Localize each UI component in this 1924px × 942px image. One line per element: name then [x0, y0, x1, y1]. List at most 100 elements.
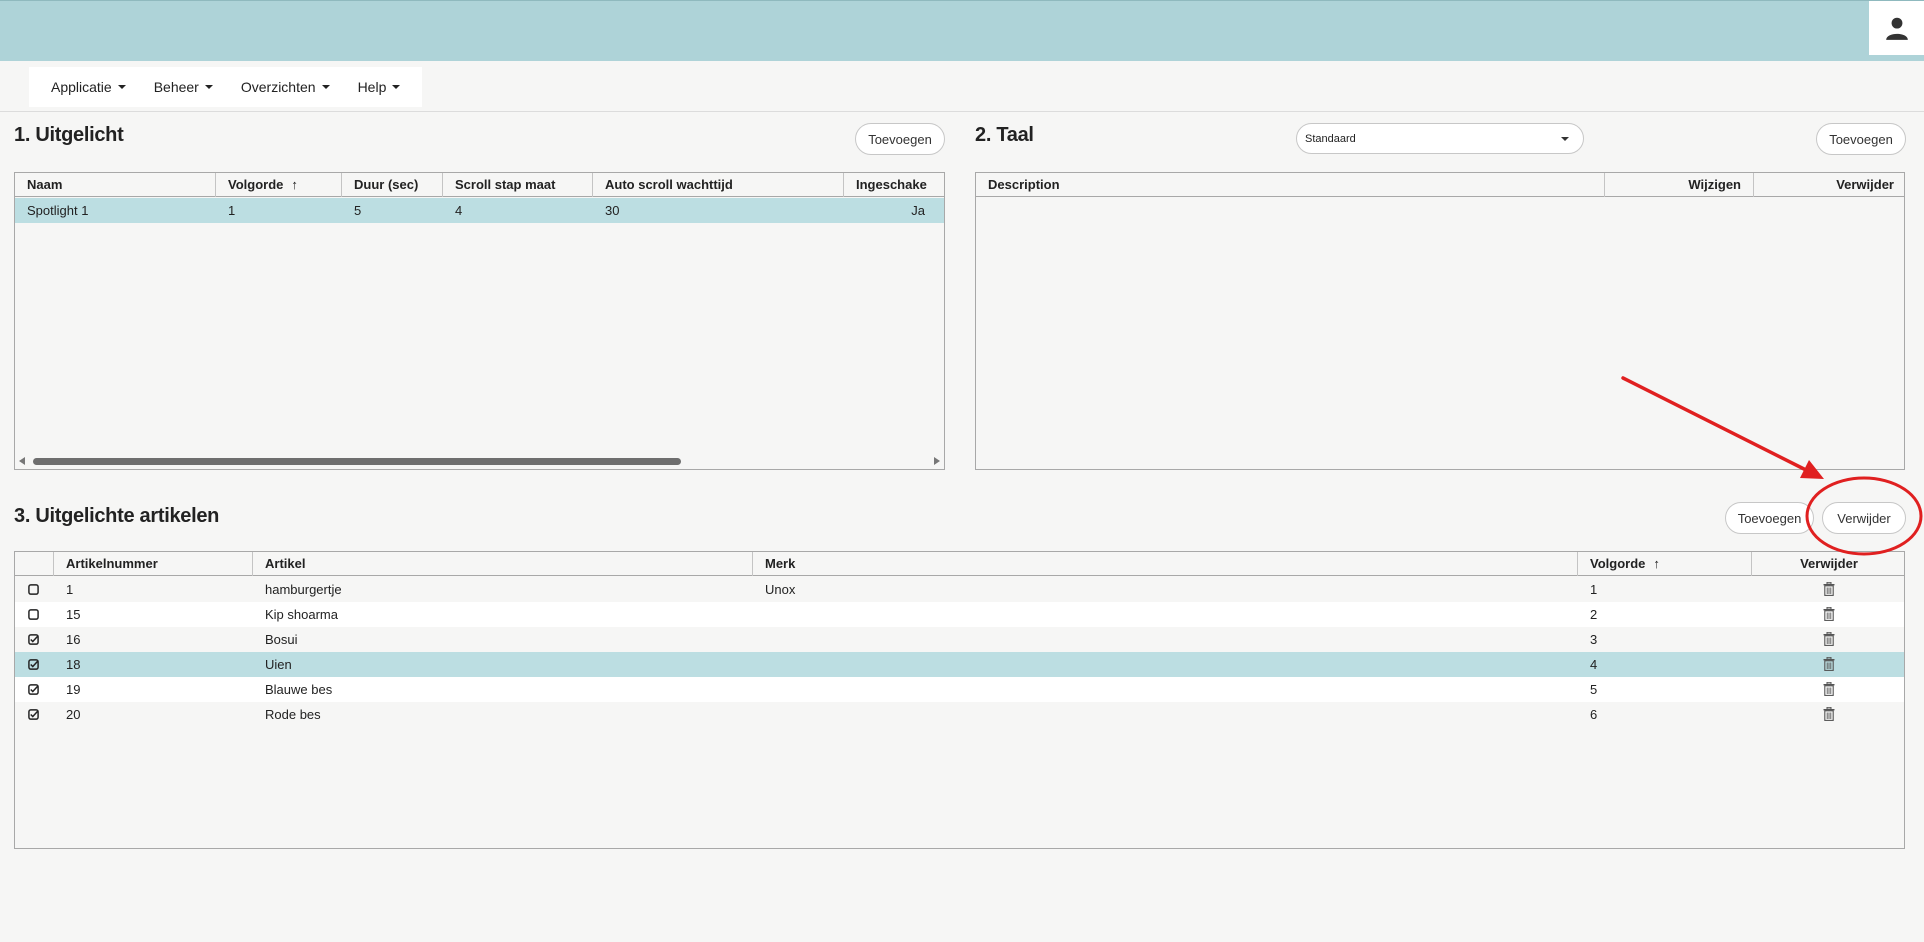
- column-header-duur[interactable]: Duur (sec): [342, 173, 443, 197]
- cell-artikel: Blauwe bes: [265, 682, 333, 697]
- column-header-description[interactable]: Description: [976, 173, 1605, 197]
- cell-artikel: Kip shoarma: [265, 607, 338, 622]
- cell-volgorde: 4: [1590, 657, 1598, 672]
- column-label: Verwijder: [1800, 556, 1858, 571]
- uitgelicht-grid: Naam Volgorde ↑ Duur (sec) Scroll stap ma…: [14, 172, 945, 470]
- menu-overzichten[interactable]: Overzichten: [227, 79, 344, 95]
- column-header-verwijder[interactable]: Verwijder: [1754, 173, 1904, 197]
- column-header-merk[interactable]: Merk: [753, 552, 1578, 576]
- checkbox-icon[interactable]: [28, 584, 39, 595]
- grid-header: Naam Volgorde ↑ Duur (sec) Scroll stap ma…: [15, 173, 944, 197]
- cell-merk: [753, 702, 1578, 727]
- cell-volgorde: 3: [1590, 632, 1598, 647]
- cell-artikel: Rode bes: [265, 707, 321, 722]
- column-header-select[interactable]: [15, 552, 54, 576]
- column-header-artikel[interactable]: Artikel: [253, 552, 753, 576]
- table-row[interactable]: Spotlight 1 1 5 4 30 Ja: [15, 198, 944, 223]
- trash-icon[interactable]: [1823, 657, 1835, 671]
- trash-icon[interactable]: [1823, 632, 1835, 646]
- menu-label: Help: [357, 79, 387, 95]
- table-row[interactable]: 20 Rode bes 6: [15, 702, 1904, 727]
- trash-icon[interactable]: [1823, 682, 1835, 696]
- cell-artikelnummer: 15: [66, 607, 81, 622]
- language-select[interactable]: Standaard: [1296, 123, 1584, 154]
- column-header-volgorde[interactable]: Volgorde ↑: [1578, 552, 1752, 576]
- scroll-right-icon[interactable]: [934, 457, 940, 465]
- column-label: Verwijder: [1836, 177, 1894, 192]
- artikelen-remove-button[interactable]: Verwijder: [1822, 502, 1906, 534]
- table-row[interactable]: 19 Blauwe bes 5: [15, 677, 1904, 702]
- cell-verwijder: [1752, 652, 1904, 677]
- user-icon: [1885, 17, 1908, 40]
- caret-down-icon: [321, 85, 330, 89]
- checkbox-checked-icon[interactable]: [28, 709, 39, 720]
- cell-merk: [753, 627, 1578, 652]
- table-row[interactable]: 16 Bosui 3: [15, 627, 1904, 652]
- table-row[interactable]: 1 hamburgertje Unox 1: [15, 577, 1904, 602]
- cell-volgorde: 1: [1590, 582, 1598, 597]
- checkbox-checked-icon[interactable]: [28, 634, 39, 645]
- checkbox-checked-icon[interactable]: [28, 659, 39, 670]
- artikelen-add-button[interactable]: Toevoegen: [1725, 502, 1814, 534]
- scrollbar-thumb[interactable]: [33, 458, 681, 465]
- cell-artikelnummer: 16: [66, 632, 81, 647]
- cell-artikel: Bosui: [265, 632, 298, 647]
- menu-help[interactable]: Help: [344, 79, 415, 95]
- trash-icon[interactable]: [1823, 582, 1835, 596]
- cell-duur: 5: [354, 203, 362, 218]
- trash-icon[interactable]: [1823, 607, 1835, 621]
- sort-asc-icon: ↑: [291, 177, 298, 192]
- cell-merk: [753, 677, 1578, 702]
- menu-beheer[interactable]: Beheer: [140, 79, 227, 95]
- table-row[interactable]: 15 Kip shoarma 2: [15, 602, 1904, 627]
- artikelen-grid: Artikelnummer Artikel Merk Volgorde ↑ Ver…: [14, 551, 1905, 849]
- user-menu-button[interactable]: [1869, 1, 1924, 55]
- grid-header: Description Wijzigen Verwijder: [976, 173, 1904, 197]
- column-header-auto-scroll[interactable]: Auto scroll wachttijd: [593, 173, 844, 197]
- cell-volgorde: 2: [1590, 607, 1598, 622]
- scroll-left-icon[interactable]: [19, 457, 25, 465]
- cell-artikelnummer: 1: [66, 582, 74, 597]
- caret-down-icon: [117, 85, 126, 89]
- column-label: Wijzigen: [1688, 177, 1741, 192]
- cell-verwijder: [1752, 602, 1904, 627]
- section-title-uitgelichte-artikelen: 3. Uitgelichte artikelen: [14, 505, 220, 527]
- checkbox-icon[interactable]: [28, 609, 39, 620]
- menu-label: Beheer: [153, 79, 199, 95]
- column-header-wijzigen[interactable]: Wijzigen: [1605, 173, 1754, 197]
- column-label: Ingeschake: [856, 177, 927, 192]
- column-header-verwijder[interactable]: Verwijder: [1752, 552, 1904, 576]
- column-header-naam[interactable]: Naam: [15, 173, 216, 197]
- section-title-uitgelicht: 1. Uitgelicht: [14, 124, 124, 146]
- sort-asc-icon: ↑: [1653, 556, 1660, 571]
- cell-artikelnummer: 18: [66, 657, 81, 672]
- table-row[interactable]: 18 Uien 4: [15, 652, 1904, 677]
- horizontal-scrollbar[interactable]: [15, 453, 944, 469]
- column-header-ingeschakeld[interactable]: Ingeschake: [844, 173, 944, 197]
- cell-verwijder: [1752, 677, 1904, 702]
- cell-naam: Spotlight 1: [27, 203, 89, 218]
- taal-add-button[interactable]: Toevoegen: [1816, 123, 1906, 155]
- cell-verwijder: [1752, 627, 1904, 652]
- cell-artikelnummer: 19: [66, 682, 81, 697]
- caret-down-icon: [204, 85, 213, 89]
- column-label: Volgorde: [1590, 556, 1646, 571]
- caret-down-icon: [392, 85, 401, 89]
- menu-applicatie[interactable]: Applicatie: [37, 79, 140, 95]
- column-label: Description: [988, 177, 1060, 192]
- cell-verwijder: [1752, 702, 1904, 727]
- column-label: Volgorde: [228, 177, 284, 192]
- taal-grid: Description Wijzigen Verwijder: [975, 172, 1905, 470]
- column-header-scroll-stap[interactable]: Scroll stap maat: [443, 173, 593, 197]
- trash-icon[interactable]: [1823, 707, 1835, 721]
- cell-volgorde: 5: [1590, 682, 1598, 697]
- menu-divider: [0, 111, 1924, 112]
- uitgelicht-add-button[interactable]: Toevoegen: [855, 123, 945, 155]
- section-title-taal: 2. Taal: [975, 124, 1034, 146]
- checkbox-checked-icon[interactable]: [28, 684, 39, 695]
- cell-ingeschakeld: Ja: [911, 203, 925, 218]
- column-header-volgorde[interactable]: Volgorde ↑: [216, 173, 342, 197]
- column-header-artikelnummer[interactable]: Artikelnummer: [54, 552, 253, 576]
- grid-header: Artikelnummer Artikel Merk Volgorde ↑ Ver…: [15, 552, 1904, 576]
- cell-merk: [753, 602, 1578, 627]
